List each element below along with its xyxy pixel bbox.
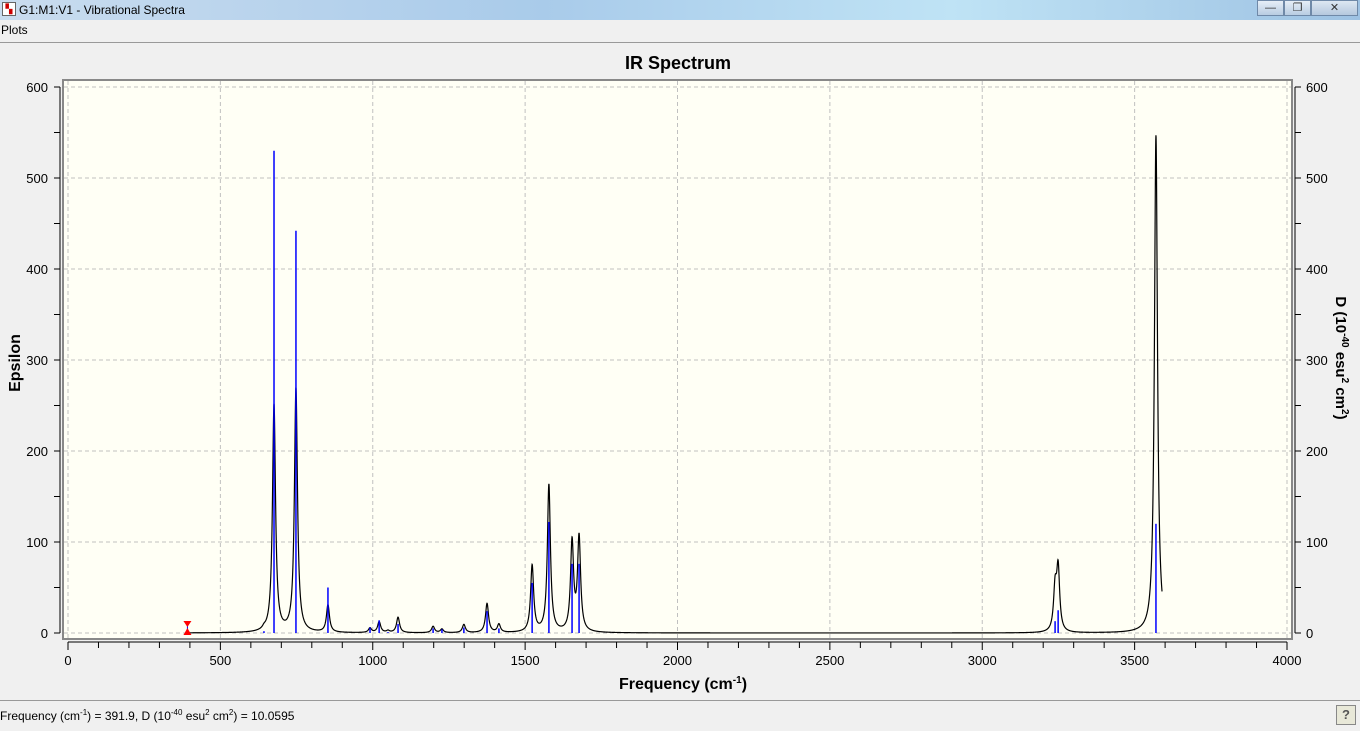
y-tick-label-right: 0 — [1306, 626, 1313, 641]
s5: esu — [182, 709, 206, 723]
help-button[interactable]: ? — [1336, 705, 1356, 725]
s1: Frequency (cm — [0, 709, 81, 723]
s4: -40 — [170, 708, 183, 717]
ir-spectrum-chart[interactable]: IR Spectrum 0 0 100 100 200 200 300 300 400 400 50… — [0, 43, 1360, 700]
y-tick-label-left: 100 — [26, 535, 48, 550]
y-tick-label-right: 600 — [1306, 80, 1328, 95]
x-tick-label: 2000 — [663, 653, 692, 668]
cursor-readout: Frequency (cm-1) = 391.9, D (10-40 esu2 … — [0, 708, 294, 723]
y-tick-label-left: 500 — [26, 171, 48, 186]
y-tick-label-left: 600 — [26, 80, 48, 95]
s3: ) = 391.9, D (10 — [87, 709, 171, 723]
y-tick-label-right: 300 — [1306, 353, 1328, 368]
x-tick-label: 4000 — [1273, 653, 1302, 668]
title-bar: ▚ G1:M1:V1 - Vibrational Spectra — ❐ ✕ — [0, 0, 1360, 20]
y-tick-label-right: 100 — [1306, 535, 1328, 550]
chart-title: IR Spectrum — [625, 53, 731, 73]
y-tick-label-left: 300 — [26, 353, 48, 368]
x-tick-label: 0 — [64, 653, 71, 668]
menu-plots[interactable]: Plots — [1, 23, 28, 37]
y-tick-label-left: 400 — [26, 262, 48, 277]
yr-sup: -40 — [1339, 333, 1350, 348]
yr-mid: esu — [1332, 348, 1349, 378]
yr-end: ) — [1332, 415, 1349, 420]
x-tick-label: 3000 — [968, 653, 997, 668]
x-label-end: ) — [742, 676, 747, 693]
close-button[interactable]: ✕ — [1311, 0, 1358, 16]
maximize-button[interactable]: ❐ — [1284, 0, 1311, 16]
x-axis-label: Frequency (cm-1) — [619, 675, 747, 693]
y-tick-label-right: 500 — [1306, 171, 1328, 186]
yr-main: D (10 — [1332, 296, 1349, 333]
x-label-main: Frequency (cm — [619, 676, 733, 693]
y-axis-label-left: Epsilon — [7, 334, 24, 392]
yr-mid2: cm — [1332, 383, 1349, 409]
x-tick-label: 1000 — [358, 653, 387, 668]
menu-bar: Plots — [0, 20, 1360, 43]
s7: cm — [209, 709, 229, 723]
app-icon: ▚ — [2, 2, 16, 16]
x-tick-label: 3500 — [1120, 653, 1149, 668]
minimize-button[interactable]: — — [1257, 0, 1284, 16]
y-tick-label-left: 0 — [41, 626, 48, 641]
y-tick-label-right: 200 — [1306, 444, 1328, 459]
y-tick-label-right: 400 — [1306, 262, 1328, 277]
x-tick-label: 2500 — [815, 653, 844, 668]
status-bar: Frequency (cm-1) = 391.9, D (10-40 esu2 … — [0, 700, 1360, 731]
y-axis-label-right: D (10-40 esu2 cm2) — [1332, 296, 1350, 419]
s9: ) = 10.0595 — [233, 709, 295, 723]
y-tick-label-left: 200 — [26, 444, 48, 459]
x-tick-label: 1500 — [511, 653, 540, 668]
window-title: G1:M1:V1 - Vibrational Spectra — [19, 3, 185, 17]
x-tick-label: 500 — [210, 653, 232, 668]
